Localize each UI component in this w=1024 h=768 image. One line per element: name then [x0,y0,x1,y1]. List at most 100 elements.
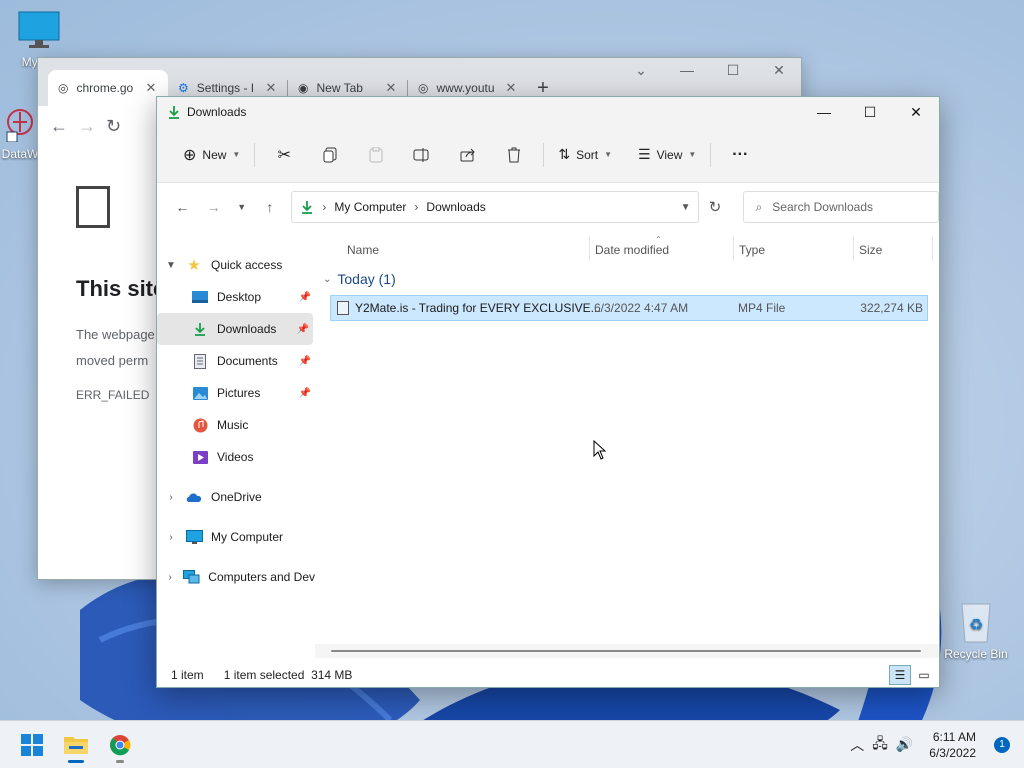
chevron-down-icon[interactable]: ▼ [157,260,185,271]
column-divider[interactable] [932,237,933,261]
rename-button[interactable] [399,139,445,171]
delete-button[interactable] [491,139,537,171]
share-button[interactable] [445,139,491,171]
up-button[interactable]: ↑ [254,193,285,221]
nav-item-downloads[interactable]: Downloads 📌 [157,313,313,345]
taskbar-chrome[interactable] [98,725,142,765]
nav-item-label: Documents [217,354,278,368]
chrome-tab-title: chrome.go [76,81,134,95]
chevron-right-icon[interactable]: › [157,572,183,583]
chevron-up-icon[interactable]: ︿ [850,735,864,755]
start-button[interactable] [10,725,54,765]
column-header-name[interactable]: Name [347,243,379,257]
close-tab-icon[interactable]: ✕ [384,80,398,96]
close-icon[interactable]: ✕ [765,62,793,79]
nav-item-label: Computers and Dev [208,570,315,584]
file-row[interactable]: Y2Mate.is - Trading for EVERY EXCLUSIVE.… [330,295,928,321]
chevron-right-icon[interactable]: › [157,532,185,543]
column-header-type[interactable]: Type [739,243,765,257]
music-icon [191,417,209,433]
copy-icon [323,147,337,162]
download-arrow-icon [191,321,209,337]
forward-button[interactable]: → [198,193,229,221]
copy-button[interactable] [307,139,353,171]
volume-icon[interactable]: 🔊 [896,736,913,753]
column-divider[interactable] [853,237,854,261]
minimize-icon[interactable]: — [673,62,701,79]
system-tray: ︿ 🖧 🔊 6:11 AM 6/3/2022 1 [850,729,1024,761]
nav-item-quick-access[interactable]: ▼ ★ Quick access [157,249,315,281]
explorer-main: ▼ ★ Quick access Desktop 📌 Downloads 📌 D… [157,231,939,662]
refresh-button[interactable]: ↻ [699,191,730,223]
address-bar[interactable]: › My Computer › Downloads ▼ [291,191,700,223]
nav-item-my-computer[interactable]: › My Computer [157,521,315,553]
recycle-bin-label: Recycle Bin [944,647,1008,661]
back-icon[interactable]: ← [50,116,68,137]
taskbar: ︿ 🖧 🔊 6:11 AM 6/3/2022 1 [0,720,1024,768]
monitor-icon [185,529,203,545]
nav-item-onedrive[interactable]: › OneDrive [157,481,315,513]
maximize-icon[interactable]: ☐ [719,62,747,79]
cut-button[interactable]: ✂ [261,139,307,171]
notification-badge[interactable]: 1 [994,736,1010,753]
breadcrumb-my-computer[interactable]: My Computer [334,200,406,214]
pin-icon: 📌 [298,387,311,399]
tab-search-icon[interactable]: ⌄ [627,62,655,79]
nav-item-music[interactable]: Music [157,409,315,441]
globe-icon: ◎ [418,81,429,95]
close-icon[interactable]: ✕ [893,97,939,127]
large-icons-view-icon[interactable]: ▭ [913,665,935,685]
share-icon [460,148,476,161]
nav-item-desktop[interactable]: Desktop 📌 [157,281,315,313]
view-button[interactable]: ☰ View ▼ [630,139,704,171]
back-button[interactable]: ← [167,193,198,221]
sort-button[interactable]: ⇅ Sort ▼ [550,139,620,171]
desktop-icon-recycle-bin[interactable]: ♻ Recycle Bin [940,600,1012,661]
column-header-date[interactable]: Date modified [595,243,669,257]
sort-icon: ⇅ [558,146,571,162]
group-header-label: Today (1) [337,271,396,287]
breadcrumb-downloads[interactable]: Downloads [426,200,485,214]
search-icon: ⌕ [755,199,763,214]
minimize-icon[interactable]: — [801,97,847,127]
nav-item-pictures[interactable]: Pictures 📌 [157,377,315,409]
network-status-icon[interactable]: 🖧 [872,733,888,757]
view-toggle: ☰ ▭ [889,664,935,685]
column-divider[interactable] [589,237,590,261]
nav-item-videos[interactable]: Videos [157,441,315,473]
details-view-icon[interactable]: ☰ [889,664,911,685]
group-header-today[interactable]: ⌄ Today (1) [323,271,396,287]
taskbar-clock[interactable]: 6:11 AM 6/3/2022 [929,729,976,761]
recent-locations-chevron-icon[interactable]: ▼ [229,193,254,221]
nav-item-computers-and-devices[interactable]: › Computers and Dev [157,561,315,593]
reload-icon[interactable]: ↻ [106,116,121,137]
windows-logo-icon [21,733,43,756]
desktop-icon-datawrapper[interactable]: DataW [0,106,40,161]
forward-icon[interactable]: → [78,116,96,137]
close-tab-icon[interactable]: ✕ [144,80,158,96]
new-button[interactable]: ⊕ New ▼ [175,139,248,171]
scrollbar-thumb[interactable] [331,650,921,652]
scissors-icon: ✂ [277,146,292,164]
chevron-down-icon: ⌄ [323,273,332,285]
command-separator [254,142,256,167]
maximize-icon[interactable]: ☐ [847,97,893,127]
address-dropdown-icon[interactable]: ▼ [681,202,691,213]
horizontal-scrollbar[interactable] [315,644,939,658]
close-tab-icon[interactable]: ✕ [504,80,518,96]
chrome-tab[interactable]: ◎ chrome.go ✕ [48,70,168,106]
close-tab-icon[interactable]: ✕ [264,80,278,96]
sort-button-label: Sort [576,147,599,162]
nav-item-documents[interactable]: Documents 📌 [157,345,315,377]
paste-button[interactable] [353,139,399,171]
column-divider[interactable] [733,237,734,261]
column-header-size[interactable]: Size [859,243,882,257]
chevron-right-icon[interactable]: › [157,492,185,503]
chrome-tab-title: www.youtu [436,81,495,95]
search-input[interactable]: ⌕ Search Downloads [742,191,939,223]
nav-item-label: Pictures [217,386,261,400]
more-options-button[interactable]: ··· [717,139,763,171]
taskbar-file-explorer[interactable] [54,725,98,765]
sort-caret-icon: ⌃ [655,235,662,244]
explorer-titlebar: Downloads — ☐ ✕ [157,97,939,127]
